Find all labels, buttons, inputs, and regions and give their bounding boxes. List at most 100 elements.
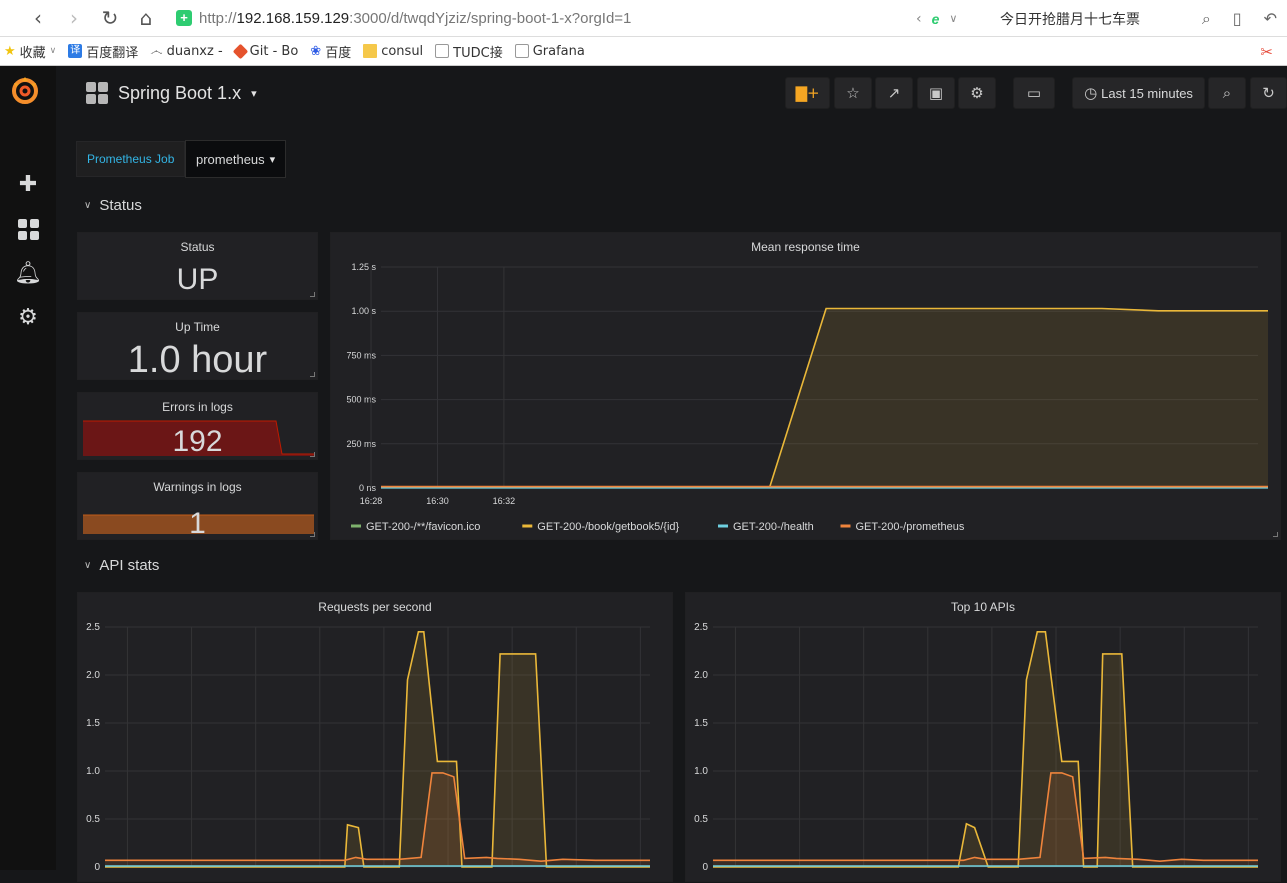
row-title: API stats (99, 557, 159, 574)
series-line-0 (713, 632, 1258, 867)
status-panel[interactable]: Status UP (77, 232, 318, 300)
browser-toolbar: ‹ › ↻ ⌂ + http://192.168.159.129:3000/d/… (0, 0, 1287, 37)
add-panel-icon: ▇+ (795, 84, 819, 102)
configuration-gear-icon[interactable]: ⚙ (14, 303, 42, 331)
baidu-translate-icon: 译 (68, 44, 82, 58)
dashboard-picker[interactable]: Spring Boot 1.x ▾ (86, 82, 257, 104)
y-tick-label: 0.5 (694, 814, 708, 825)
warnings-panel[interactable]: Warnings in logs 1 (77, 472, 318, 540)
panel-title: Up Time (78, 320, 317, 334)
share-icon: ↗ (888, 84, 901, 102)
y-tick-label: 1.0 (694, 766, 708, 777)
forward-icon[interactable]: › (56, 0, 92, 37)
panel-title: Status (78, 240, 317, 254)
url-prefix: http:// (199, 10, 237, 27)
address-bar-actions: ‹ e ∨ (916, 0, 957, 37)
top-10-apis-panel[interactable]: Top 10 APIs 2.52.01.51.00.50 (685, 592, 1281, 882)
dashboard-main: Spring Boot 1.x ▾ ▇+ ☆ ↗ ▣ ⚙ ▭ ◷Last 15 … (56, 66, 1287, 870)
bookmark-duanxz[interactable]: ෴duanxz - (150, 44, 222, 59)
series-line-0 (105, 632, 650, 867)
requests-per-second-panel[interactable]: Requests per second 2.52.01.51.00.50 (77, 592, 673, 882)
y-tick-label: 2.5 (694, 622, 708, 633)
legend-label: GET-200-/health (733, 521, 814, 533)
star-icon: ☆ (846, 84, 859, 102)
ie-engine-icon[interactable]: e (932, 11, 940, 27)
bookmark-label: 百度 (325, 42, 351, 61)
dashboards-icon[interactable] (14, 215, 42, 243)
row-title: Status (99, 197, 142, 214)
time-picker-button[interactable]: ◷Last 15 minutes (1072, 77, 1205, 109)
series-area-1 (381, 309, 1268, 489)
address-bar[interactable]: + http://192.168.159.129:3000/d/twqdYjzi… (176, 4, 986, 32)
bookmark-label: 收藏 (20, 42, 46, 61)
sidemenu: ✚ 🔔︎ ⚙ (0, 66, 56, 870)
errors-panel[interactable]: Errors in logs 192 (77, 392, 318, 460)
news-ticker[interactable]: 今日开抢腊月十七车票 (1000, 9, 1140, 29)
y-tick-label: 2.5 (86, 622, 100, 633)
panel-title: Warnings in logs (78, 480, 317, 494)
create-plus-icon[interactable]: ✚ (14, 170, 42, 198)
series-area-1 (105, 773, 650, 867)
chevron-down-icon[interactable]: ∨ (949, 12, 957, 25)
resize-handle[interactable] (1273, 532, 1278, 537)
search-icon[interactable]: ⌕ (1202, 9, 1211, 29)
share-dashboard-button[interactable]: ↗ (875, 77, 913, 109)
uptime-panel[interactable]: Up Time 1.0 hour (77, 312, 318, 380)
tv-mode-button[interactable]: ▭ (1013, 77, 1055, 109)
stat-value: 1.0 hour (78, 339, 317, 382)
bookmark-tudc[interactable]: TUDC接 (435, 42, 503, 61)
bookmark-git[interactable]: Git - Bo (235, 44, 299, 59)
variable-select[interactable]: prometheus▾ (185, 140, 286, 178)
bookmark-baidu-translate[interactable]: 译百度翻译 (68, 42, 138, 61)
chevron-down-icon: ∨ (84, 560, 91, 571)
legend-label: GET-200-/**/favicon.ico (366, 521, 480, 533)
clock-icon: ◷ (1084, 84, 1097, 102)
reload-icon[interactable]: ↻ (92, 0, 128, 37)
variable-label: Prometheus Job (76, 141, 185, 177)
browser-actions: ⌕ ▯ ↶ (1202, 0, 1277, 37)
dashboard-grid-icon (86, 82, 108, 104)
y-tick-label: 0 ns (359, 483, 377, 493)
x-tick-label: 16:28 (360, 496, 383, 506)
y-tick-label: 250 ms (346, 439, 376, 449)
alerting-bell-icon[interactable]: 🔔︎ (14, 259, 42, 287)
bookmark-label: Git - Bo (250, 44, 299, 59)
legend-label: GET-200-/book/getbook5/{id} (537, 521, 679, 533)
resize-handle[interactable] (310, 292, 315, 297)
y-tick-label: 750 ms (346, 350, 376, 360)
bookmark-favorites[interactable]: ★收藏∨ (4, 42, 56, 61)
bookmark-consul[interactable]: consul (363, 44, 423, 59)
monitor-icon: ▭ (1027, 84, 1041, 102)
secure-shield-icon: + (176, 10, 192, 26)
page-icon (515, 44, 529, 58)
back-icon[interactable]: ‹ (20, 0, 56, 37)
share-icon[interactable]: ‹ (916, 11, 922, 27)
grafana-logo-icon[interactable] (9, 74, 41, 106)
resize-handle[interactable] (310, 372, 315, 377)
requests-per-second-chart: 2.52.01.51.00.50 (78, 593, 674, 883)
resize-handle[interactable] (310, 532, 315, 537)
row-api-stats-header[interactable]: ∨ API stats (84, 557, 159, 574)
refresh-icon: ↻ (1262, 84, 1275, 102)
y-tick-label: 2.0 (694, 670, 708, 681)
star-dashboard-button[interactable]: ☆ (834, 77, 872, 109)
row-status-header[interactable]: ∨ Status (84, 197, 142, 214)
mean-response-time-panel[interactable]: Mean response time 1.25 s1.00 s750 ms500… (330, 232, 1281, 540)
dashboard-settings-button[interactable]: ⚙ (958, 77, 996, 109)
add-panel-button[interactable]: ▇+ (785, 77, 830, 109)
y-tick-label: 0 (94, 862, 100, 873)
home-icon[interactable]: ⌂ (128, 0, 164, 37)
bookmark-grafana[interactable]: Grafana (515, 44, 585, 59)
phone-icon[interactable]: ▯ (1233, 9, 1242, 28)
refresh-button[interactable]: ↻ (1250, 77, 1287, 109)
save-dashboard-button[interactable]: ▣ (917, 77, 955, 109)
caret-down-icon: ▾ (270, 153, 276, 166)
series-area-0 (713, 632, 1258, 867)
undo-icon[interactable]: ↶ (1264, 9, 1277, 28)
save-icon: ▣ (929, 84, 943, 102)
bookmark-baidu[interactable]: ❀百度 (310, 42, 351, 61)
zoom-out-button[interactable]: ⌕ (1208, 77, 1246, 109)
link-icon: ෴ (150, 44, 162, 59)
tools-icon[interactable]: ✂ (1260, 43, 1273, 61)
resize-handle[interactable] (310, 452, 315, 457)
